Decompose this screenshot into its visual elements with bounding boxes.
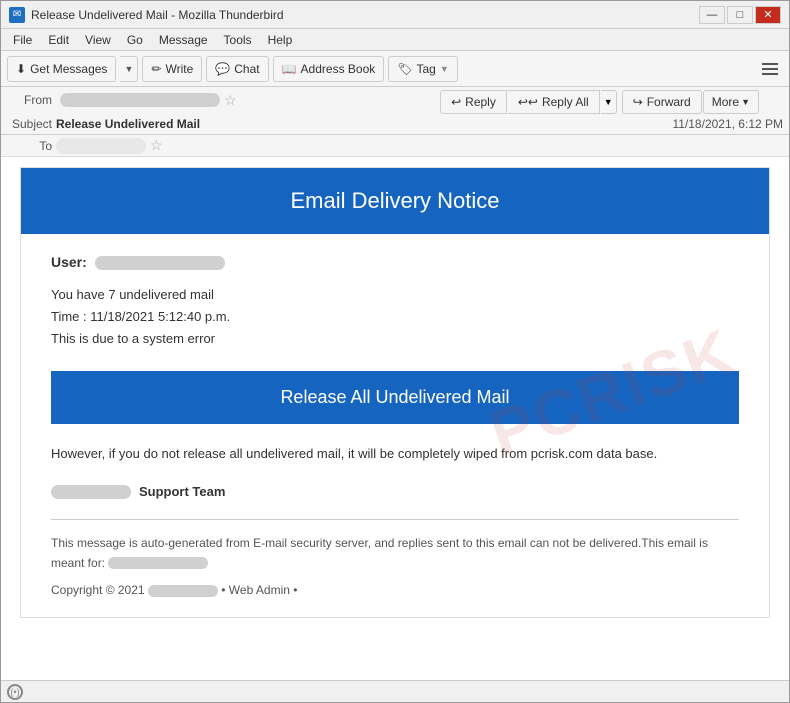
subject-value: Release Undelivered Mail [56,117,672,131]
message-area[interactable]: PCRISK Email Delivery Notice User: You h… [1,157,789,680]
to-star-icon[interactable]: ☆ [150,137,163,154]
footer-email-redacted [108,557,208,569]
support-text: Support Team [139,484,225,499]
user-label-text: User: [51,254,87,270]
message-text: You have 7 undelivered mail Time : 11/18… [51,284,739,350]
get-messages-dropdown[interactable]: ▼ [120,56,138,82]
menu-message[interactable]: Message [151,31,216,49]
reply-icon: ↩ [451,95,461,109]
from-value-redacted [60,93,220,107]
message-line-3: This is due to a system error [51,328,739,350]
menu-go[interactable]: Go [119,31,151,49]
statusbar: ((•)) [1,680,789,702]
support-row: Support Team [51,484,739,499]
forward-button[interactable]: ↪ Forward [622,90,702,114]
subject-row: Subject Release Undelivered Mail 11/18/2… [1,113,789,135]
menubar: File Edit View Go Message Tools Help [1,29,789,51]
message-line-2: Time : 11/18/2021 5:12:40 p.m. [51,306,739,328]
get-messages-icon: ⬇ [16,62,26,76]
to-label: To [7,139,52,153]
email-container: PCRISK Email Delivery Notice User: You h… [20,167,770,618]
toolbar: ⬇ Get Messages ▼ ✏ Write 💬 Chat 📖 Addres… [1,51,789,87]
window-controls: — □ ✕ [699,6,781,24]
to-row: To ☆ [1,135,789,157]
user-line: User: [51,254,739,270]
action-buttons: ↩ Reply ↩↩ Reply All ▼ ↪ Forward More ▼ [440,90,759,114]
menu-file[interactable]: File [5,31,40,49]
menu-help[interactable]: Help [260,31,301,49]
subject-label: Subject [7,117,52,131]
tag-button[interactable]: 🏷 Tag ▼ [388,56,458,82]
reply-all-button[interactable]: ↩↩ Reply All [508,90,600,114]
email-date: 11/18/2021, 6:12 PM [672,117,783,131]
warning-text: However, if you do not release all undel… [51,444,739,465]
footer-text: This message is auto-generated from E-ma… [51,534,739,572]
menu-view[interactable]: View [77,31,119,49]
menu-edit[interactable]: Edit [40,31,77,49]
release-button[interactable]: Release All Undelivered Mail [51,371,739,424]
hamburger-line-1 [762,63,778,65]
copyright-name-redacted [148,585,218,597]
maximize-button[interactable]: □ [727,6,753,24]
connection-icon: ((•)) [7,684,23,700]
write-button[interactable]: ✏ Write [142,56,202,82]
email-banner: Email Delivery Notice [21,168,769,234]
forward-icon: ↪ [633,95,643,109]
chat-icon: 💬 [215,62,230,76]
menu-tools[interactable]: Tools [216,31,260,49]
message-line-1: You have 7 undelivered mail [51,284,739,306]
titlebar: ✉ Release Undelivered Mail - Mozilla Thu… [1,1,789,29]
tag-icon: 🏷 [397,62,412,76]
to-value-redacted [56,138,146,154]
hamburger-line-2 [762,68,778,70]
reply-all-icon: ↩↩ [518,95,538,109]
address-book-button[interactable]: 📖 Address Book [273,56,385,82]
email-divider [51,519,739,520]
hamburger-line-3 [762,73,778,75]
from-label: From [7,93,52,107]
chat-button[interactable]: 💬 Chat [206,56,268,82]
user-value-redacted [95,256,225,270]
close-button[interactable]: ✕ [755,6,781,24]
write-icon: ✏ [151,62,161,76]
from-star-icon[interactable]: ☆ [224,92,237,109]
email-header-section: From ☆ ↩ Reply ↩↩ Reply All ▼ ↪ Forward … [1,87,789,157]
window-title: Release Undelivered Mail - Mozilla Thund… [31,8,699,22]
reply-button[interactable]: ↩ Reply [440,90,507,114]
copyright-text: Copyright © 2021 • Web Admin • [51,583,739,597]
main-window: ✉ Release Undelivered Mail - Mozilla Thu… [0,0,790,703]
hamburger-menu[interactable] [757,56,783,82]
reply-all-dropdown[interactable]: ▼ [601,90,617,114]
more-button[interactable]: More ▼ [703,90,759,114]
address-book-icon: 📖 [282,62,297,76]
get-messages-button[interactable]: ⬇ Get Messages [7,56,116,82]
tag-dropdown-arrow: ▼ [440,64,449,74]
more-dropdown-arrow: ▼ [741,97,750,107]
minimize-button[interactable]: — [699,6,725,24]
app-icon: ✉ [9,7,25,23]
email-body: User: You have 7 undelivered mail Time :… [21,234,769,617]
support-logo-redacted [51,485,131,499]
banner-title: Email Delivery Notice [51,188,739,214]
